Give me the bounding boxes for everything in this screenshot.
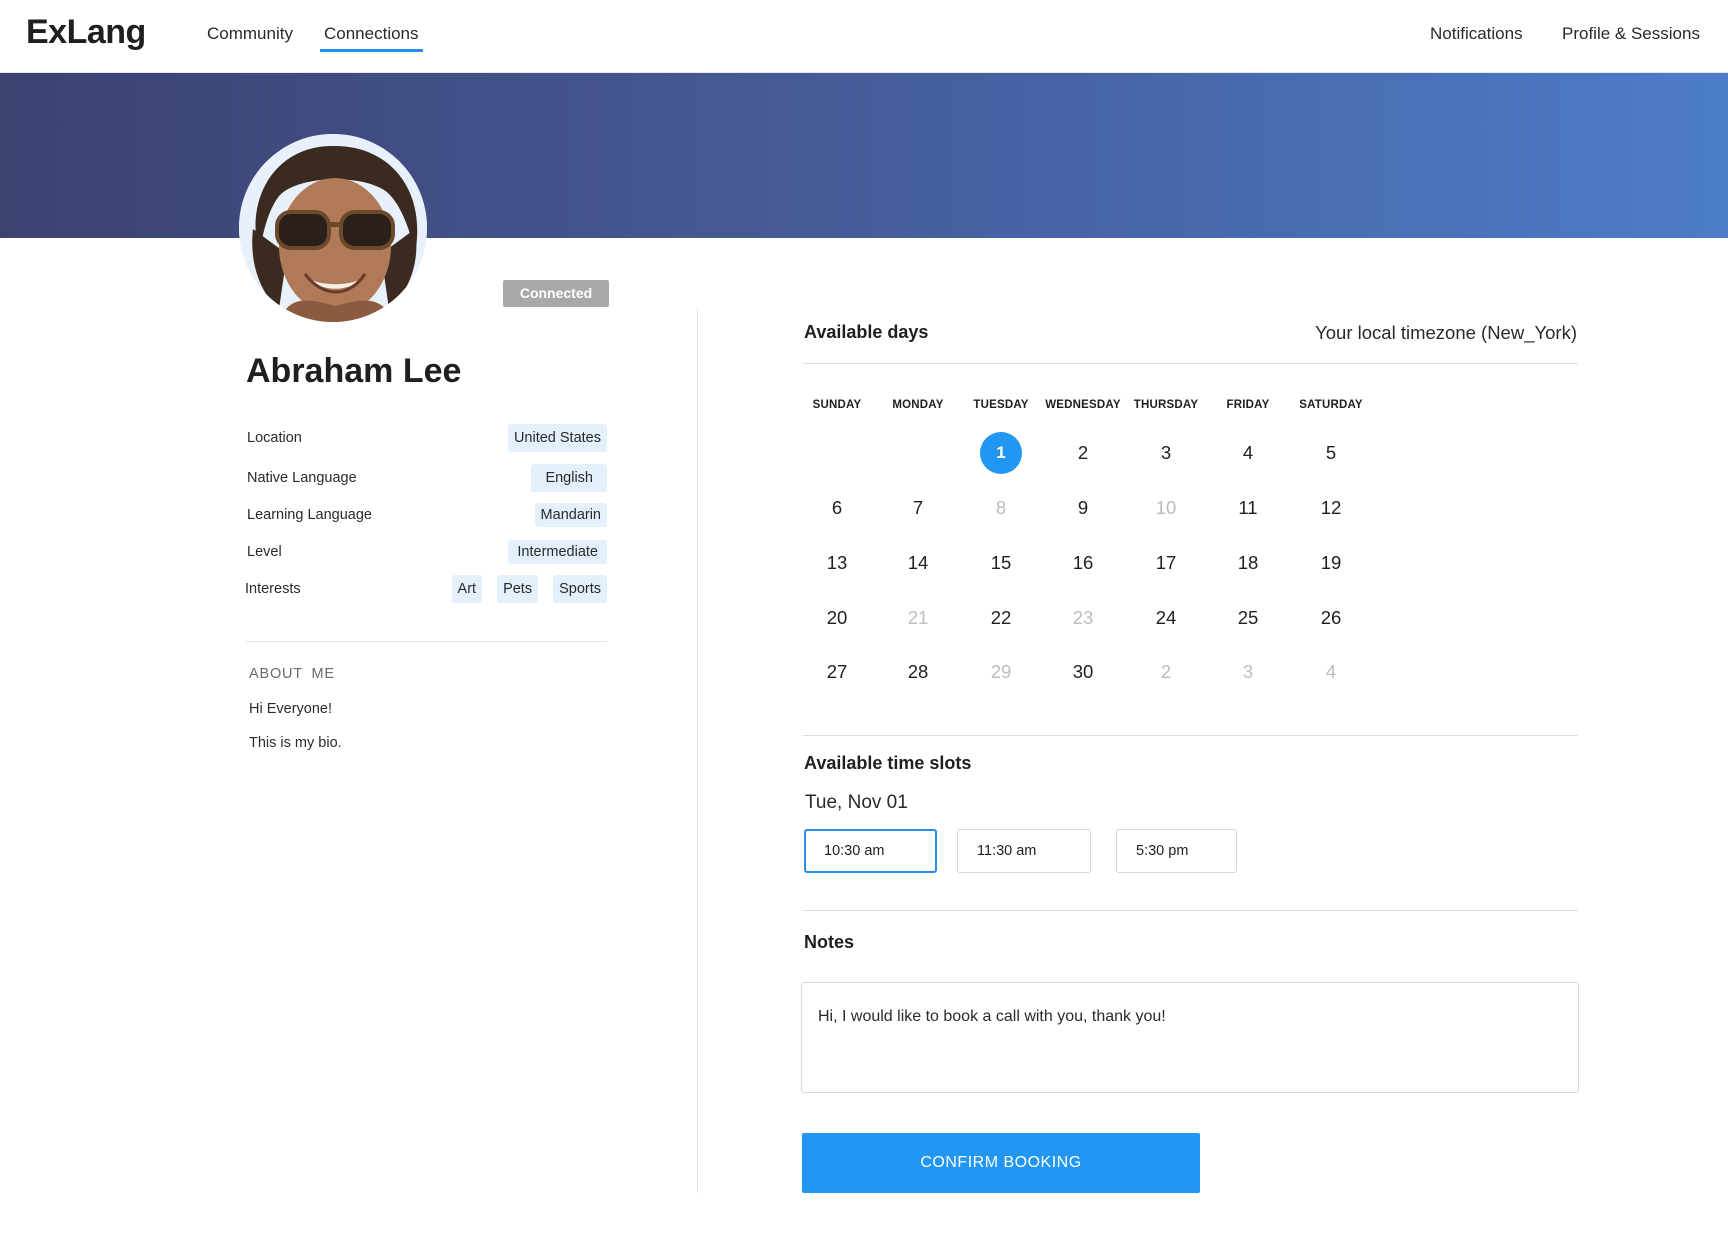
calendar-day[interactable]: 24	[1144, 596, 1188, 640]
attr-row-interests: Interests Art Pets Sports	[245, 575, 607, 605]
connection-status-badge: Connected	[503, 280, 609, 307]
time-slot-1030am[interactable]: 10:30 am	[804, 829, 937, 873]
calendar-bottom-divider	[803, 735, 1578, 736]
timezone-label: Your local timezone (New_York)	[1315, 322, 1577, 343]
calendar-day[interactable]: 9	[1061, 486, 1105, 530]
calendar-day: 4	[1325, 661, 1337, 682]
calendar-day: 29	[990, 661, 1012, 682]
calendar-day[interactable]: 18	[1226, 541, 1270, 585]
calendar-day[interactable]: 4	[1226, 431, 1270, 475]
calendar-day[interactable]: 20	[815, 596, 859, 640]
location-chip: United States	[507, 424, 607, 452]
notes-title: Notes	[804, 932, 855, 952]
calendar-top-divider	[803, 363, 1578, 364]
calendar-day[interactable]: 11	[1226, 486, 1270, 530]
selected-date-label: Tue, Nov 01	[805, 792, 908, 813]
time-slots-title: Available time slots	[804, 753, 972, 773]
learning-language-chip: Mandarin	[534, 503, 607, 527]
calendar-day[interactable]: 6	[815, 486, 859, 530]
calendar-day[interactable]: 16	[1061, 541, 1105, 585]
top-navbar: ExLang Community Connections Notificatio…	[0, 0, 1728, 73]
level-chip: Intermediate	[508, 540, 607, 564]
calendar-day[interactable]: 5	[1309, 431, 1353, 475]
about-me-heading: ABOUT ME	[249, 666, 335, 682]
attr-row-native-language: Native Language English	[247, 464, 607, 494]
profile-name: Abraham Lee	[246, 352, 462, 390]
notes-textarea[interactable]: Hi, I would like to book a call with you…	[801, 982, 1579, 1093]
time-slot-530pm[interactable]: 5:30 pm	[1116, 829, 1237, 873]
calendar-day: 2	[1160, 661, 1172, 682]
weekday-header-tuesday: TUESDAY	[973, 399, 1029, 411]
nav-profile-sessions[interactable]: Profile & Sessions	[1562, 24, 1700, 49]
interest-chip-art: Art	[451, 575, 483, 603]
attr-label-interests: Interests	[245, 581, 301, 597]
weekday-header-sunday: SUNDAY	[812, 399, 862, 411]
calendar-day[interactable]: 22	[979, 596, 1023, 640]
calendar-day[interactable]: 7	[896, 486, 940, 530]
profile-divider	[246, 641, 607, 642]
bio-line-2: This is my bio.	[249, 735, 342, 751]
attr-row-learning-language: Learning Language Mandarin	[247, 501, 607, 531]
attr-label-native-language: Native Language	[247, 470, 357, 486]
nav-notifications[interactable]: Notifications	[1430, 24, 1523, 49]
calendar-day[interactable]: 26	[1309, 596, 1353, 640]
attr-label-learning-language: Learning Language	[247, 507, 372, 523]
attr-label-level: Level	[247, 544, 282, 560]
calendar-day[interactable]: 19	[1309, 541, 1353, 585]
column-divider	[697, 309, 698, 1193]
slots-bottom-divider	[803, 910, 1578, 911]
calendar-day[interactable]: 25	[1226, 596, 1270, 640]
calendar-day[interactable]: 28	[896, 650, 940, 694]
avatar	[239, 134, 427, 322]
weekday-header-friday: FRIDAY	[1226, 399, 1270, 411]
calendar-day[interactable]: 2	[1061, 431, 1105, 475]
native-language-chip: English	[531, 464, 607, 492]
calendar-day[interactable]: 12	[1309, 486, 1353, 530]
attr-label-location: Location	[247, 430, 302, 446]
calendar-day: 8	[995, 497, 1007, 518]
interest-chip-sports: Sports	[553, 575, 607, 603]
calendar-day[interactable]: 1	[980, 432, 1022, 474]
calendar-day: 21	[907, 607, 929, 628]
app-logo[interactable]: ExLang	[26, 13, 146, 52]
bio-line-1: Hi Everyone!	[249, 701, 333, 717]
calendar-day[interactable]: 14	[896, 541, 940, 585]
weekday-header-wednesday: WEDNESDAY	[1045, 399, 1121, 411]
calendar-day[interactable]: 3	[1144, 431, 1188, 475]
nav-community[interactable]: Community	[207, 24, 293, 49]
attr-row-location: Location United States	[247, 424, 607, 454]
calendar-day[interactable]: 17	[1144, 541, 1188, 585]
weekday-header-thursday: THURSDAY	[1133, 399, 1199, 411]
attr-row-level: Level Intermediate	[247, 538, 607, 568]
calendar-day[interactable]: 27	[815, 650, 859, 694]
weekday-header-monday: MONDAY	[892, 399, 944, 411]
weekday-header-saturday: SATURDAY	[1299, 399, 1363, 411]
nav-connections[interactable]: Connections	[320, 24, 423, 52]
avatar-photo	[239, 134, 427, 322]
calendar-day: 23	[1072, 607, 1094, 628]
interest-chip-pets: Pets	[497, 575, 539, 603]
calendar-day[interactable]: 15	[979, 541, 1023, 585]
time-slot-1130am[interactable]: 11:30 am	[957, 829, 1091, 873]
calendar-day: 10	[1155, 497, 1177, 518]
calendar-day: 3	[1242, 661, 1254, 682]
calendar-day[interactable]: 30	[1061, 650, 1105, 694]
available-days-title: Available days	[804, 322, 929, 342]
calendar-day[interactable]: 13	[815, 541, 859, 585]
confirm-booking-button[interactable]: CONFIRM BOOKING	[802, 1133, 1200, 1193]
